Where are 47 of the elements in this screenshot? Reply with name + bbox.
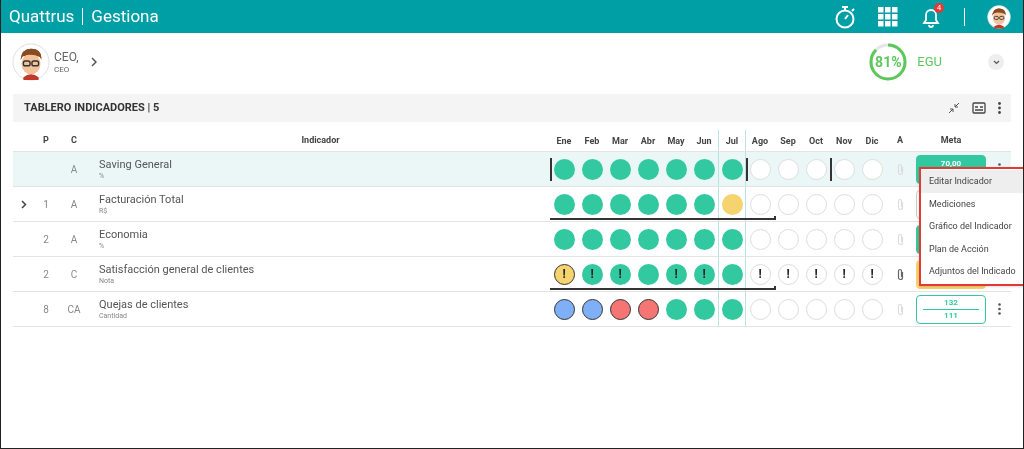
priority-cell-text: 2 [43, 267, 49, 282]
priority-cell-text: 2 [43, 232, 49, 247]
alert-symbol: ! [618, 268, 622, 280]
column-header: P [42, 133, 50, 147]
alert-symbol: ! [814, 268, 818, 280]
alert-symbol: ! [674, 268, 678, 280]
alert-symbol: ! [562, 268, 566, 280]
month-header: Sep [779, 135, 797, 148]
class-cell-text: CA [67, 302, 81, 317]
target-value: 70,00 [939, 157, 963, 170]
column-header: Indicador [300, 133, 341, 147]
month-header: Ene [555, 135, 573, 148]
column-header: Meta [939, 133, 963, 147]
month-header: Jun [695, 135, 713, 148]
notification-badge: 4 [934, 2, 944, 13]
column-header: C [70, 133, 78, 147]
alert-symbol: ! [758, 268, 762, 280]
panel-title: TABLERO INDICADORES | 5 [24, 99, 160, 116]
month-header: Nov [835, 135, 853, 148]
class-cell-text: A [70, 197, 78, 212]
month-header: May [666, 135, 686, 148]
score-value: 81% [874, 52, 903, 72]
month-header: Ago [750, 135, 770, 148]
user-role: CEO [54, 64, 71, 75]
month-header: Abr [639, 135, 657, 148]
target-value: 111 [943, 309, 959, 322]
alert-symbol: ! [702, 268, 706, 280]
month-header: Dic [864, 135, 880, 148]
product-name: Gestiona [91, 4, 159, 28]
priority-cell-text: 1 [43, 197, 49, 212]
target-value: 132 [923, 296, 979, 310]
column-header: A [895, 133, 904, 147]
month-header: Mar [611, 135, 629, 148]
month-header: Oct [808, 135, 824, 148]
alert-symbol: ! [590, 268, 594, 280]
alert-symbol: ! [842, 268, 846, 280]
alert-symbol: ! [870, 268, 874, 280]
brand-name: Quattrus [9, 4, 75, 28]
class-cell-text: C [70, 267, 78, 282]
priority-cell-text: 8 [43, 302, 49, 317]
user-name: CEO, [54, 49, 79, 65]
month-header: Feb [583, 135, 601, 148]
class-cell-text: A [70, 232, 78, 247]
alert-symbol: ! [786, 268, 790, 280]
class-cell-text: A [70, 162, 78, 177]
score-label: EGU [917, 53, 942, 72]
month-header: Jul [718, 130, 746, 151]
